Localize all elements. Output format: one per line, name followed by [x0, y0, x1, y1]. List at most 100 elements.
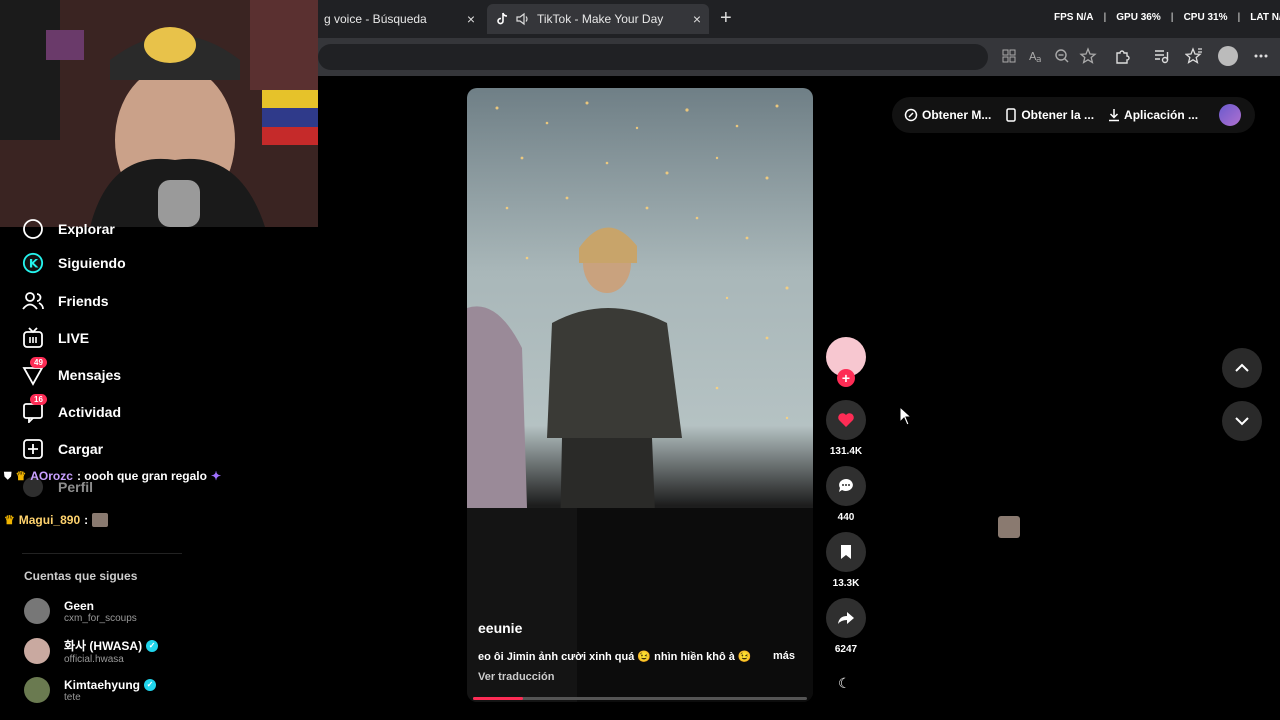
tiktok-icon — [497, 12, 508, 25]
chat-message: ⛊ ♛ AOrozc : oooh que gran regalo ✦ — [4, 469, 221, 483]
account-handle: tete — [64, 691, 81, 703]
sidebar-item-siguiendo[interactable]: K Siguiendo — [22, 252, 126, 274]
heart-icon[interactable] — [826, 400, 866, 440]
svg-text:a: a — [1036, 55, 1042, 65]
following-icon: K — [22, 252, 44, 274]
new-tab-button[interactable]: + — [720, 8, 732, 28]
favorites-icon[interactable] — [1185, 47, 1203, 65]
bookmark-icon[interactable] — [826, 532, 866, 572]
lat-value: N/A — [1271, 12, 1280, 23]
chevron-down-icon — [1235, 417, 1249, 426]
like-action[interactable]: 131.4K — [826, 400, 866, 457]
sidebar-item-mensajes[interactable]: 49 Mensajes — [22, 357, 121, 386]
star-icon[interactable] — [1079, 47, 1097, 65]
video-frame — [467, 101, 813, 702]
verified-icon: ✓ — [146, 639, 159, 652]
followed-account[interactable]: Geen cxm_for_scoups — [24, 598, 137, 624]
translate-link[interactable]: Ver traducción — [478, 671, 554, 683]
next-video-button[interactable] — [1222, 401, 1262, 441]
video-username[interactable]: eeunie — [478, 620, 522, 636]
save-action[interactable]: 13.3K — [826, 532, 866, 589]
get-app-button[interactable]: Obtener la ... — [1005, 108, 1094, 122]
followed-account[interactable]: 화사 (HWASA) ✓ official.hwasa — [24, 637, 159, 665]
fps-label: FPS — [1054, 12, 1074, 23]
sidebar-item-cargar[interactable]: Cargar — [22, 438, 103, 460]
video-player[interactable] — [467, 88, 813, 702]
share-action[interactable]: 6247 — [826, 598, 866, 655]
chat-text: : oooh que gran regalo — [76, 469, 207, 483]
phone-icon — [1006, 108, 1017, 122]
sidebar-item-actividad[interactable]: 16 Actividad — [22, 394, 122, 423]
comment-action[interactable]: 440 — [826, 466, 866, 523]
speaker-icon[interactable] — [515, 11, 531, 27]
lat-label: LAT — [1250, 12, 1269, 23]
sidebar-item-label: Siguiendo — [58, 255, 126, 271]
sidebar-item-explorar[interactable]: Explorar — [22, 218, 115, 240]
sidebar-item-label: Explorar — [58, 221, 115, 237]
extensions-icon[interactable] — [1113, 47, 1131, 65]
activity-badge: 16 — [30, 394, 47, 405]
webcam-image — [0, 0, 318, 227]
user-avatar[interactable] — [1219, 104, 1241, 126]
mouse-cursor-icon — [899, 406, 913, 426]
follow-button[interactable]: + — [837, 369, 855, 387]
previous-video-button[interactable] — [1222, 348, 1262, 388]
svg-text:K: K — [29, 257, 39, 271]
performance-overlay: FPS N/A | GPU 36% | CPU 31% | LAT N/A — [1054, 12, 1280, 23]
close-icon[interactable]: × — [693, 11, 701, 27]
close-icon[interactable]: × — [467, 11, 475, 27]
comment-icon[interactable] — [826, 466, 866, 506]
share-icon[interactable] — [826, 598, 866, 638]
chevron-up-icon — [1235, 363, 1249, 372]
cpu-value: 31% — [1207, 12, 1228, 23]
zoom-icon[interactable] — [1053, 47, 1071, 65]
video-progress-fill — [473, 697, 524, 700]
fps-value: N/A — [1076, 12, 1094, 23]
sidebar-item-label: Cargar — [58, 441, 104, 457]
media-control-icon[interactable] — [1152, 47, 1170, 65]
get-coins-button[interactable]: Obtener M... — [904, 108, 991, 122]
pill-label: Aplicación ... — [1124, 108, 1199, 122]
crown-icon: ♛ — [4, 513, 15, 527]
avatar — [24, 677, 50, 703]
sidebar-item-label: Actividad — [58, 404, 122, 420]
sidebar-item-friends[interactable]: Friends — [22, 290, 109, 312]
account-name: 화사 (HWASA) — [64, 639, 143, 653]
party-icon: ✦ — [210, 469, 222, 483]
account-name: Geen — [64, 598, 95, 613]
sidebar-item-live[interactable]: LIVE — [22, 327, 89, 349]
address-input[interactable] — [318, 44, 988, 70]
friends-icon — [22, 290, 44, 312]
apps-icon[interactable] — [1000, 47, 1018, 65]
account-handle: official.hwasa — [64, 654, 124, 665]
more-button[interactable]: más — [773, 650, 795, 662]
gpu-value: 36% — [1140, 12, 1161, 23]
account-handle: cxm_for_scoups — [64, 612, 137, 624]
video-progress-bar[interactable] — [473, 697, 807, 700]
live-icon — [22, 327, 44, 349]
share-count: 6247 — [834, 644, 858, 655]
save-count: 13.3K — [832, 578, 860, 589]
avatar — [24, 598, 50, 624]
tab-search[interactable]: g voice - Búsqueda × — [318, 5, 483, 33]
tab-tiktok-title: TikTok - Make Your Day — [537, 12, 664, 26]
compass-icon — [22, 218, 44, 240]
top-actions-pill: Obtener M... Obtener la ... Aplicación .… — [892, 97, 1255, 133]
tab-tiktok[interactable]: TikTok - Make Your Day × — [487, 4, 709, 34]
desktop-app-button[interactable]: Aplicación ... — [1108, 108, 1198, 122]
avatar — [24, 638, 50, 664]
profile-avatar[interactable] — [1218, 46, 1238, 66]
chat-message: ♛ Magui_890 : — [4, 513, 109, 527]
more-menu-icon[interactable] — [1252, 47, 1270, 65]
followed-account[interactable]: Kimtaehyung ✓ tete — [24, 677, 157, 703]
pill-label: Obtener la ... — [1021, 108, 1095, 122]
sidebar-divider — [22, 553, 182, 554]
pill-label: Obtener M... — [922, 108, 992, 122]
coin-icon — [904, 108, 918, 122]
translate-icon[interactable]: Aa — [1027, 47, 1045, 65]
video-description: eo ôi Jimin ảnh cười xinh quá 😉 nhìn hiề… — [478, 651, 752, 663]
sidebar-item-label: LIVE — [58, 330, 90, 346]
verified-icon: ✓ — [144, 678, 157, 691]
moon-icon[interactable]: ☾ — [838, 675, 851, 692]
messages-icon: 49 — [22, 357, 47, 386]
